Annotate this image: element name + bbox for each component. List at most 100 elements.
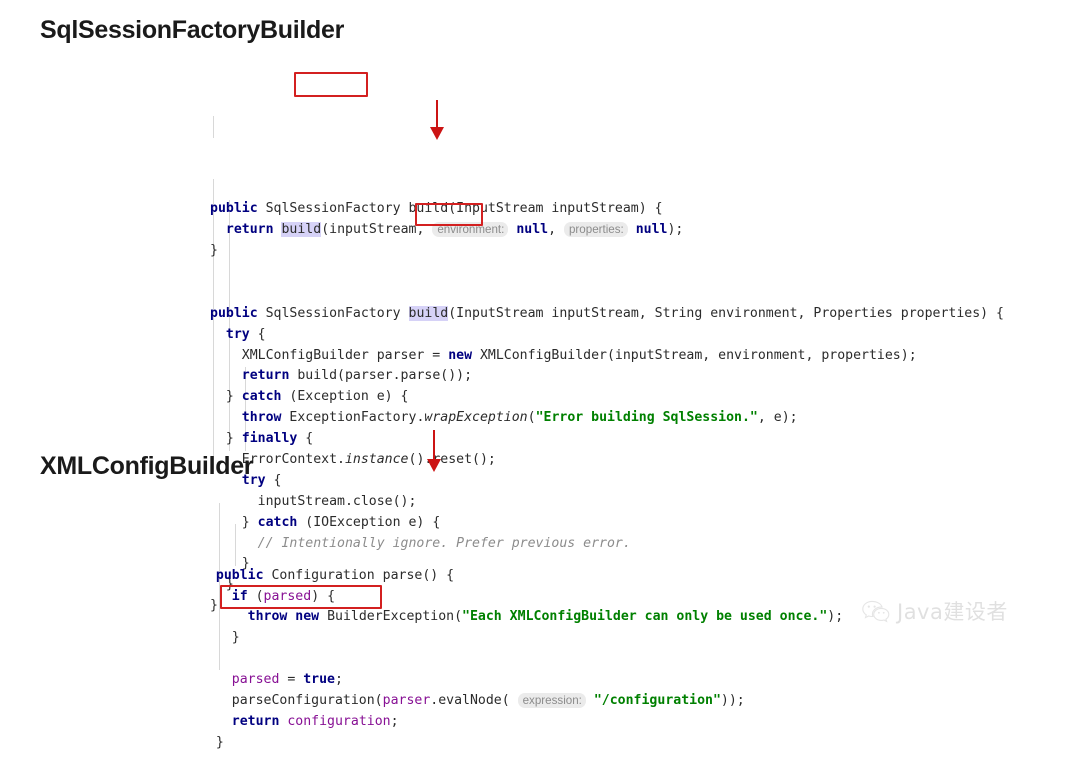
- code-token: environment:: [432, 222, 509, 238]
- code-block-xmlconfigbuilder: public Configuration parse() { if (parse…: [200, 482, 843, 775]
- code-token: (Exception e) {: [281, 389, 409, 405]
- code-token: =: [279, 672, 304, 688]
- code-token: BuilderException(: [319, 609, 463, 625]
- code-token: (: [247, 588, 264, 604]
- down-arrow-icon: [429, 100, 445, 140]
- code-token: "Error building SqlSession.": [535, 410, 758, 426]
- code-token: ));: [720, 692, 745, 708]
- code-token: null: [516, 222, 549, 238]
- code-token: );: [827, 609, 844, 625]
- indent-guide-icon: [213, 116, 214, 138]
- code-token: ) {: [311, 588, 336, 604]
- code-token: ExceptionFactory.: [281, 410, 425, 426]
- code-token: return: [231, 713, 280, 729]
- code-token: build(parser.parse());: [289, 368, 473, 384]
- code-token: (inputStream,: [321, 222, 433, 238]
- code-token: );: [667, 222, 684, 238]
- code-token: parsed: [263, 588, 312, 604]
- code-line: parseConfiguration(parser.evalNode( expr…: [200, 691, 843, 712]
- code-token: public: [215, 567, 264, 583]
- code-token: parser: [382, 692, 431, 708]
- code-lines-config: public Configuration parse() { if (parse…: [200, 566, 843, 754]
- code-line: }: [200, 733, 843, 754]
- code-token: "Each XMLConfigBuilder can only be used …: [462, 609, 828, 625]
- code-token: parsed: [231, 672, 280, 688]
- code-line: throw new BuilderException("Each XMLConf…: [200, 607, 844, 628]
- code-token: (: [527, 410, 536, 426]
- code-line: try {: [210, 325, 1004, 346]
- code-token: "/configuration": [593, 692, 721, 708]
- code-token: instance: [344, 452, 409, 468]
- code-token: ,: [548, 222, 564, 238]
- code-token: return: [225, 222, 274, 238]
- code-token: }: [210, 243, 218, 259]
- code-token: if: [231, 588, 248, 604]
- code-token: {: [297, 431, 314, 447]
- code-line: ErrorContext.instance().reset();: [210, 450, 1004, 471]
- code-token: }: [210, 389, 242, 405]
- code-line: XMLConfigBuilder parser = new XMLConfigB…: [210, 346, 1004, 367]
- code-token: build: [408, 305, 449, 321]
- code-line: return configuration;: [200, 712, 843, 733]
- indent-guide-icon: [235, 524, 236, 566]
- code-token: ;: [335, 672, 343, 688]
- code-token: (InputStream inputStream, String environ…: [448, 305, 1004, 321]
- page-title-xmlconfigbuilder: XMLConfigBuilder: [40, 452, 254, 480]
- code-line: throw ExceptionFactory.wrapException("Er…: [210, 408, 1004, 429]
- code-token: parseConfiguration(: [200, 692, 383, 708]
- code-token: try: [225, 326, 250, 342]
- code-token: throw: [247, 609, 288, 625]
- code-token: {: [249, 326, 266, 342]
- code-line: }: [200, 628, 843, 649]
- code-token: wrapException: [424, 410, 528, 426]
- code-token: properties:: [563, 222, 628, 238]
- code-token: XMLConfigBuilder(inputStream, environmen…: [472, 347, 917, 363]
- code-line: if (parsed) {: [200, 587, 843, 608]
- code-token: }: [210, 431, 242, 447]
- code-token: new: [448, 347, 473, 363]
- code-token: ;: [390, 713, 399, 729]
- code-line: public SqlSessionFactory build(InputStre…: [210, 304, 1004, 325]
- code-token: true: [303, 672, 335, 688]
- code-token: SqlSessionFactory build(InputStream inpu…: [257, 201, 663, 217]
- code-token: Configuration parse() {: [263, 567, 455, 583]
- code-token: null: [635, 222, 668, 238]
- code-token: return: [241, 368, 290, 384]
- code-line: return build(inputStream, environment: n…: [210, 220, 1004, 241]
- code-token: .evalNode(: [430, 692, 518, 708]
- code-token: SqlSessionFactory: [257, 305, 409, 321]
- code-token: expression:: [517, 692, 586, 708]
- code-token: public: [210, 305, 258, 321]
- page-title-sqlsessionfactorybuilder: SqlSessionFactoryBuilder: [40, 16, 344, 44]
- code-token: finally: [241, 431, 298, 447]
- code-line: return build(parser.parse());: [210, 366, 1004, 387]
- code-line: public SqlSessionFactory build(InputStre…: [210, 199, 1004, 220]
- down-arrow-icon: [426, 430, 442, 472]
- code-line: public Configuration parse() {: [200, 566, 843, 587]
- code-token: }: [200, 630, 240, 646]
- code-token: }: [200, 734, 224, 750]
- code-line: }: [210, 241, 1004, 262]
- code-token: build: [281, 222, 322, 238]
- code-token: public: [210, 201, 258, 217]
- code-token: throw: [241, 410, 282, 426]
- code-token: catch: [241, 389, 282, 405]
- code-token: XMLConfigBuilder parser =: [210, 347, 449, 363]
- code-line: } finally {: [210, 429, 1004, 450]
- code-token: configuration: [287, 713, 391, 729]
